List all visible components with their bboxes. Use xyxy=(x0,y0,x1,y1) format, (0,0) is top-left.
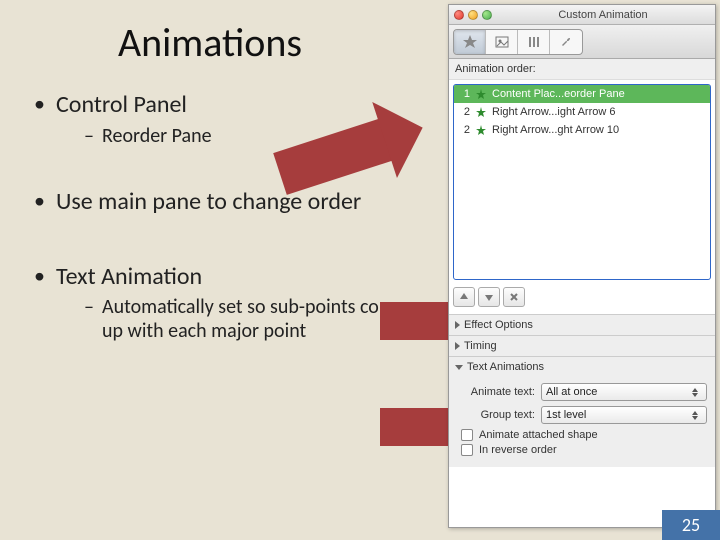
image-icon xyxy=(494,34,510,50)
stepper-icon xyxy=(688,411,702,420)
row-number: 2 xyxy=(458,124,470,136)
disclosure-right-icon xyxy=(455,342,460,350)
arrow-down-icon xyxy=(484,292,494,302)
list-item[interactable]: 2 Right Arrow...ight Arrow 6 xyxy=(454,103,710,121)
section-timing[interactable]: Timing xyxy=(449,335,715,356)
minimize-icon[interactable] xyxy=(468,10,478,20)
bullet-3: Text Animation Automatically set so sub-… xyxy=(34,263,430,344)
star-icon xyxy=(475,88,487,100)
page-number: 25 xyxy=(662,510,720,540)
section-text-animations[interactable]: Text Animations xyxy=(449,356,715,377)
row-number: 1 xyxy=(458,88,470,100)
animate-text-select[interactable]: All at once xyxy=(541,383,707,401)
animate-attached-shape-row[interactable]: Animate attached shape xyxy=(457,429,707,441)
toolbar-segment xyxy=(453,29,583,55)
section-effect-options[interactable]: Effect Options xyxy=(449,314,715,335)
bullet-2-text: Use main pane to change order xyxy=(56,187,361,216)
list-item[interactable]: 1 Content Plac...eorder Pane xyxy=(454,85,710,103)
close-icon xyxy=(509,292,519,302)
star-icon xyxy=(475,106,487,118)
animate-text-label: Animate text: xyxy=(457,386,535,398)
list-item[interactable]: 2 Right Arrow...ght Arrow 10 xyxy=(454,121,710,139)
section-label: Timing xyxy=(464,340,497,352)
section-label: Effect Options xyxy=(464,319,533,331)
move-up-button[interactable] xyxy=(453,287,475,307)
bullet-3-text: Text Animation xyxy=(56,262,202,291)
bullet-2: Use main pane to change order xyxy=(34,188,430,217)
row-number: 2 xyxy=(458,106,470,118)
select-value: All at once xyxy=(546,386,597,398)
animation-order-label: Animation order: xyxy=(449,59,715,80)
text-animations-form: Animate text: All at once Group text: 1s… xyxy=(449,377,715,467)
zoom-icon[interactable] xyxy=(482,10,492,20)
window-controls xyxy=(454,10,492,20)
toolbar-tab-transitions[interactable] xyxy=(518,30,550,54)
disclosure-down-icon xyxy=(455,365,463,370)
delete-button[interactable] xyxy=(503,287,525,307)
section-label: Text Animations xyxy=(467,361,544,373)
slide-title: Animations xyxy=(30,18,390,67)
row-label: Right Arrow...ight Arrow 6 xyxy=(492,106,706,118)
checkbox-label: In reverse order xyxy=(479,444,557,456)
move-down-button[interactable] xyxy=(478,287,500,307)
checkbox-icon[interactable] xyxy=(461,429,473,441)
custom-animation-panel: Custom Animation Animation order: 1 Cont… xyxy=(448,4,716,528)
bullet-1-text: Control Panel xyxy=(56,90,187,119)
checkbox-icon[interactable] xyxy=(461,444,473,456)
stepper-icon xyxy=(688,388,702,397)
arrow-up-icon xyxy=(459,292,469,302)
close-icon[interactable] xyxy=(454,10,464,20)
group-text-select[interactable]: 1st level xyxy=(541,406,707,424)
checkbox-label: Animate attached shape xyxy=(479,429,598,441)
select-value: 1st level xyxy=(546,409,586,421)
bullet-3-sub-1: Automatically set so sub-points come up … xyxy=(84,295,430,343)
in-reverse-order-row[interactable]: In reverse order xyxy=(457,444,707,456)
toolbar-tab-settings[interactable] xyxy=(550,30,582,54)
row-label: Right Arrow...ght Arrow 10 xyxy=(492,124,706,136)
star-icon xyxy=(462,34,478,50)
wrench-icon xyxy=(558,34,574,50)
panel-title: Custom Animation xyxy=(496,9,710,21)
bars-icon xyxy=(526,34,542,50)
toolbar-tab-animation[interactable] xyxy=(454,30,486,54)
reorder-controls xyxy=(453,284,711,310)
panel-toolbar xyxy=(449,25,715,59)
disclosure-right-icon xyxy=(455,321,460,329)
row-label: Content Plac...eorder Pane xyxy=(492,88,706,100)
star-icon xyxy=(475,124,487,136)
group-text-label: Group text: xyxy=(457,409,535,421)
animation-order-list[interactable]: 1 Content Plac...eorder Pane 2 Right Arr… xyxy=(453,84,711,280)
toolbar-tab-media[interactable] xyxy=(486,30,518,54)
slide-content: Animations Control Panel Reorder Pane Us… xyxy=(0,0,430,349)
panel-titlebar: Custom Animation xyxy=(449,5,715,25)
